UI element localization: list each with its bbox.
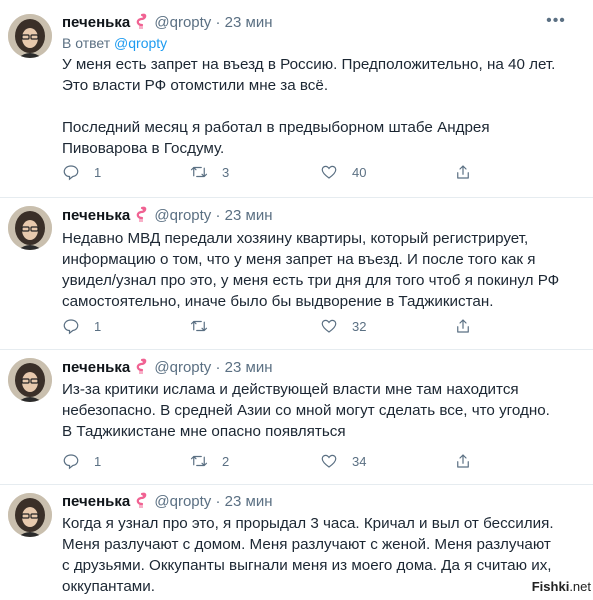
like-count: 40 bbox=[352, 164, 367, 180]
tweet-text: Из-за критики ислама и действующей власт… bbox=[62, 379, 562, 442]
retweet-count: 3 bbox=[222, 164, 230, 180]
retweet-icon bbox=[190, 455, 208, 467]
retweet-icon bbox=[190, 320, 208, 332]
tweet-divider bbox=[0, 197, 593, 198]
tweet-divider bbox=[0, 484, 593, 485]
display-name[interactable]: печенька bbox=[62, 14, 130, 31]
avatar[interactable] bbox=[8, 14, 52, 58]
timestamp[interactable]: 23 мин bbox=[225, 493, 273, 510]
flamingo-emoji-icon bbox=[133, 492, 147, 512]
share-button[interactable] bbox=[454, 452, 472, 470]
share-button[interactable] bbox=[454, 317, 472, 335]
reply-count: 1 bbox=[94, 164, 102, 180]
user-handle[interactable]: @qropty bbox=[154, 14, 211, 31]
comment-icon bbox=[63, 319, 79, 335]
timestamp[interactable]: 23 мин bbox=[225, 359, 273, 376]
tweet-actions: 1 3 40 bbox=[62, 163, 522, 183]
tweet-text: Недавно МВД передали хозяину квартиры, к… bbox=[62, 228, 562, 312]
timestamp[interactable]: 23 мин bbox=[225, 14, 273, 31]
avatar[interactable] bbox=[8, 493, 52, 537]
user-handle[interactable]: @qropty bbox=[154, 207, 211, 224]
share-button[interactable] bbox=[454, 163, 472, 181]
avatar[interactable] bbox=[8, 358, 52, 402]
separator-dot: · bbox=[215, 493, 221, 510]
reply-button[interactable]: 1 bbox=[62, 163, 101, 181]
flamingo-emoji-icon bbox=[133, 358, 147, 378]
user-handle[interactable]: @qropty bbox=[154, 359, 211, 376]
tweet-header: печенька @qropty · 23 мин bbox=[62, 492, 272, 512]
comment-icon bbox=[63, 165, 79, 181]
share-icon bbox=[457, 454, 469, 468]
tweet-actions: 1 32 bbox=[62, 317, 522, 337]
user-handle[interactable]: @qropty bbox=[154, 493, 211, 510]
separator-dot: · bbox=[215, 207, 221, 224]
reply-button[interactable]: 1 bbox=[62, 452, 101, 470]
tweet-actions: 1 2 34 bbox=[62, 452, 522, 472]
like-count: 34 bbox=[352, 453, 367, 469]
retweet-button[interactable]: 2 bbox=[190, 452, 229, 470]
heart-icon bbox=[321, 319, 337, 333]
share-icon bbox=[457, 319, 469, 333]
like-button[interactable]: 32 bbox=[320, 317, 366, 335]
reply-prefix: В ответ bbox=[62, 35, 111, 51]
reply-context: В ответ @qropty bbox=[62, 35, 167, 51]
tweet-paragraph: Недавно МВД передали хозяину квартиры, к… bbox=[62, 230, 560, 310]
reply-count: 1 bbox=[94, 318, 102, 334]
flamingo-emoji-icon bbox=[133, 13, 147, 33]
separator-dot: · bbox=[215, 14, 221, 31]
tweet-header: печенька @qropty · 23 мин bbox=[62, 13, 272, 33]
share-icon bbox=[457, 165, 469, 179]
separator-dot: · bbox=[215, 359, 221, 376]
avatar[interactable] bbox=[8, 206, 52, 250]
watermark-suffix: .net bbox=[569, 579, 591, 594]
retweet-icon bbox=[190, 166, 208, 178]
display-name[interactable]: печенька bbox=[62, 207, 130, 224]
reply-handle-link[interactable]: @qropty bbox=[114, 35, 167, 51]
like-button[interactable]: 34 bbox=[320, 452, 366, 470]
tweet-paragraph: Когда я узнал про это, я прорыдал 3 часа… bbox=[62, 515, 554, 595]
heart-icon bbox=[321, 454, 337, 468]
comment-icon bbox=[63, 454, 79, 470]
tweet-paragraph: У меня есть запрет на въезд в Россию. Пр… bbox=[62, 56, 556, 94]
site-watermark: Fishki.net bbox=[532, 579, 591, 594]
tweet-paragraph: Из-за критики ислама и действующей власт… bbox=[62, 381, 550, 440]
reply-button[interactable]: 1 bbox=[62, 317, 101, 335]
watermark-brand: Fishki bbox=[531, 579, 570, 594]
retweet-count: 2 bbox=[222, 453, 230, 469]
tweet-text: У меня есть запрет на въезд в Россию. Пр… bbox=[62, 54, 562, 159]
tweet-text: Когда я узнал про это, я прорыдал 3 часа… bbox=[62, 513, 562, 597]
tweet-paragraph: Последний месяц я работал в предвыборном… bbox=[62, 119, 490, 157]
more-icon[interactable]: ••• bbox=[545, 13, 567, 30]
timestamp[interactable]: 23 мин bbox=[225, 207, 273, 224]
tweet-divider bbox=[0, 349, 593, 350]
heart-icon bbox=[321, 165, 337, 179]
display-name[interactable]: печенька bbox=[62, 493, 130, 510]
retweet-button[interactable]: 3 bbox=[190, 163, 229, 181]
like-button[interactable]: 40 bbox=[320, 163, 366, 181]
retweet-button[interactable] bbox=[190, 317, 222, 335]
display-name[interactable]: печенька bbox=[62, 359, 130, 376]
flamingo-emoji-icon bbox=[133, 206, 147, 226]
tweet-header: печенька @qropty · 23 мин bbox=[62, 206, 272, 226]
tweet-header: печенька @qropty · 23 мин bbox=[62, 358, 272, 378]
reply-count: 1 bbox=[94, 453, 102, 469]
like-count: 32 bbox=[352, 318, 367, 334]
